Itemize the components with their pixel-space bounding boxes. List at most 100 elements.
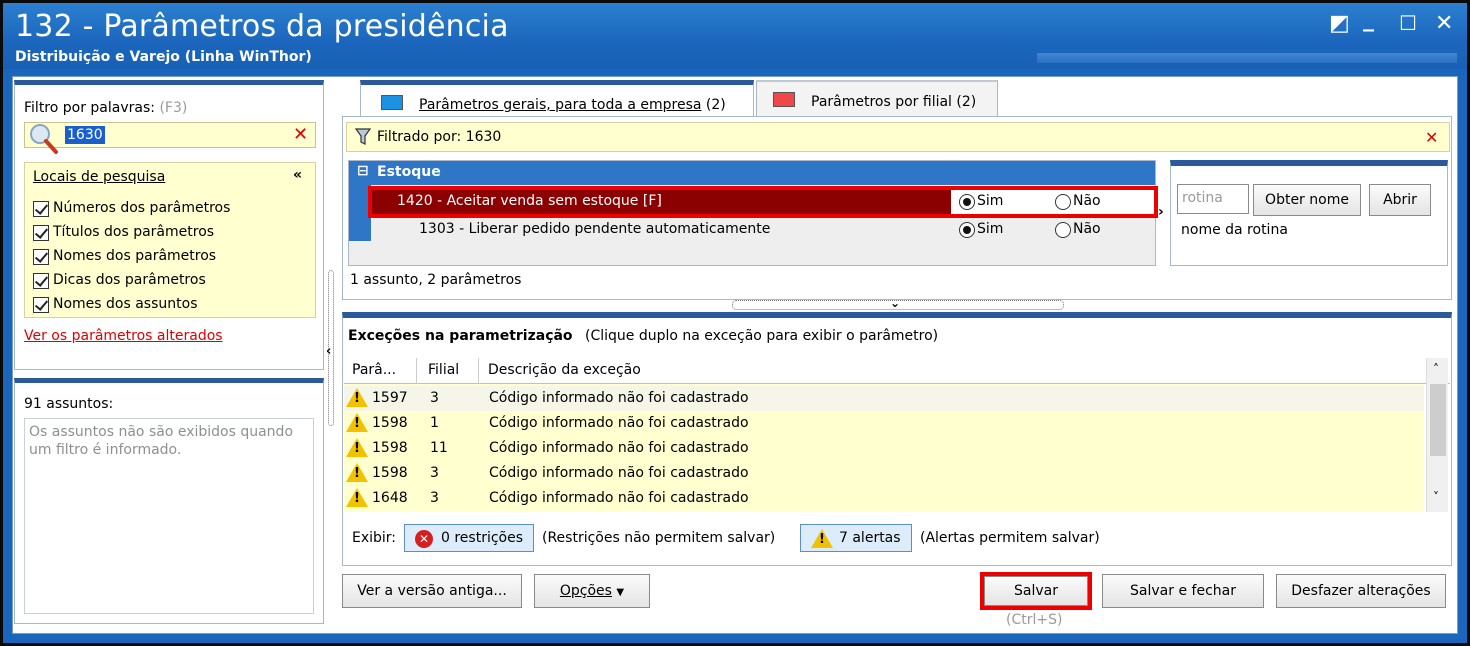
collapse-icon[interactable]: « (293, 167, 302, 183)
parameter-label: 1303 - Liberar pedido pendente automatic… (419, 221, 771, 237)
save-close-button[interactable]: Salvar e fechar (1102, 574, 1264, 608)
scroll-down-icon[interactable]: ˅ (1433, 490, 1439, 504)
clear-search-icon[interactable]: ✕ (293, 126, 308, 144)
table-row[interactable]: ! 1598 11 Código informado não foi cadas… (344, 436, 1424, 461)
folder-icon (773, 92, 795, 107)
alerts-note: (Alertas permitem salvar) (920, 530, 1100, 546)
highlight-save (980, 572, 1092, 610)
cell-desc: Código informado não foi cadastrado (489, 440, 749, 456)
tab-parametros-filial[interactable]: Parâmetros por filial (2) (756, 80, 998, 118)
maximize-icon[interactable]: ☐ (1399, 11, 1417, 35)
checkbox-label: Nomes dos parâmetros (53, 248, 217, 264)
cell-param: 1598 (372, 440, 408, 456)
open-button[interactable]: Abrir (1369, 184, 1431, 216)
exceptions-title: Exceções na parametrização (348, 328, 573, 344)
subjects-count: 91 assuntos: (24, 396, 114, 412)
title-decoration (1037, 53, 1457, 63)
search-locations-title: Locais de pesquisa (33, 169, 166, 185)
checkbox-label: Nomes dos assuntos (53, 296, 198, 312)
close-icon[interactable]: ✕ (1435, 11, 1453, 36)
radio-nao[interactable] (1055, 222, 1071, 238)
filter-shortcut: (F3) (159, 100, 188, 116)
undo-button[interactable]: Desfazer alterações (1276, 574, 1446, 608)
scroll-thumb[interactable] (1430, 384, 1446, 456)
collapse-left-icon[interactable]: ‹ (326, 344, 331, 359)
window-title: 132 - Parâmetros da presidência (15, 9, 509, 44)
rotina-placeholder: rotina (1182, 190, 1223, 206)
table-row[interactable]: ! 1598 1 Código informado não foi cadast… (344, 411, 1424, 436)
old-version-button[interactable]: Ver a versão antiga... (342, 574, 522, 608)
checkbox-nomes[interactable] (33, 249, 49, 265)
warning-mark: ! (354, 466, 360, 481)
col-divider (478, 358, 479, 384)
checkbox-titulos[interactable] (33, 225, 49, 241)
checkbox-label: Dicas dos parâmetros (53, 272, 206, 288)
cell-desc: Código informado não foi cadastrado (489, 415, 749, 431)
checkbox-numeros[interactable] (33, 201, 49, 217)
alerts-toggle[interactable]: ! 7 alertas (800, 524, 912, 552)
tab-label-text: Parâmetros gerais, para toda a empresa (419, 97, 702, 113)
options-label: Opções (559, 583, 612, 599)
dropdown-caret-icon: ▼ (616, 587, 625, 598)
error-icon: ✕ (415, 530, 433, 548)
table-row[interactable]: ! 1598 3 Código informado não foi cadast… (344, 461, 1424, 486)
cell-param: 1648 (372, 490, 408, 506)
table-row[interactable]: ! 1648 3 Código informado não foi cadast… (344, 486, 1424, 511)
checkbox-assuntos[interactable] (33, 297, 49, 313)
options-button[interactable]: Opções ▼ (534, 574, 650, 608)
old-version-label: Ver a versão antiga... (357, 583, 507, 599)
rotina-panel: rotina Obter nome Abrir nome da rotina (1170, 160, 1448, 266)
exceptions-table-body: ! 1597 3 Código informado não foi cadast… (344, 384, 1424, 512)
restrictions-toggle[interactable]: ✕ 0 restrições (404, 524, 534, 552)
warning-mark: ! (354, 391, 360, 406)
clear-filter-icon[interactable]: ✕ (1425, 129, 1438, 147)
collapse-group-icon[interactable]: ⊟ (357, 163, 369, 179)
changed-parameters-link[interactable]: Ver os parâmetros alterados (24, 328, 223, 344)
col-descricao[interactable]: Descrição da exceção (488, 362, 641, 378)
exceptions-scrollbar[interactable]: ˄ ˅ (1426, 358, 1448, 512)
checkbox-dicas[interactable] (33, 273, 49, 289)
col-filial[interactable]: Filial (428, 362, 459, 378)
group-header[interactable]: ⊟ Estoque (349, 161, 1155, 185)
table-row[interactable]: ! 1597 3 Código informado não foi cadast… (344, 386, 1424, 411)
cell-filial: 3 (430, 490, 439, 506)
alerts-count: 7 alertas (839, 530, 901, 546)
radio-sim[interactable] (959, 222, 975, 238)
warning-mark: ! (354, 441, 360, 456)
subjects-info: Os assuntos não são exibidos quando um f… (24, 418, 314, 614)
parameter-row[interactable]: 1303 - Liberar pedido pendente automatic… (371, 217, 1155, 243)
col-param[interactable]: Parâ... (352, 362, 396, 378)
restrictions-note: (Restrições não permitem salvar) (542, 530, 776, 546)
tab-count: (2) (956, 94, 977, 110)
cell-desc: Código informado não foi cadastrado (489, 490, 749, 506)
cell-desc: Código informado não foi cadastrado (489, 390, 749, 406)
cell-filial: 3 (430, 465, 439, 481)
radio-sim-label: Sim (977, 221, 1004, 237)
tab-parametros-gerais[interactable]: Parâmetros gerais, para toda a empresa (… (360, 80, 754, 118)
filter-label: Filtro por palavras: (F3) (24, 100, 187, 116)
minimize-icon[interactable]: _ (1363, 7, 1374, 32)
rotina-input[interactable]: rotina (1177, 184, 1249, 214)
search-locations-box: Locais de pesquisa « Números dos parâmet… (24, 162, 316, 318)
filter-bar: Filtrado por: 1630 ✕ (346, 122, 1450, 152)
highlight-selected-row (368, 186, 1158, 218)
rotina-name-label: nome da rotina (1181, 222, 1288, 238)
tab-count: (2) (705, 97, 726, 113)
funnel-icon (355, 128, 371, 145)
get-name-button[interactable]: Obter nome (1253, 184, 1361, 216)
cell-desc: Código informado não foi cadastrado (489, 465, 749, 481)
restore-icon[interactable]: ◩ (1329, 11, 1350, 36)
expand-right-icon[interactable]: › (1158, 204, 1164, 220)
folder-icon (381, 95, 403, 110)
exceptions-hint: (Clique duplo na exceção para exibir o p… (585, 328, 939, 344)
restrictions-count: 0 restrições (441, 530, 524, 546)
filter-text: Filtrado por: 1630 (377, 129, 502, 145)
save-shortcut: (Ctrl+S) (1006, 612, 1063, 628)
cell-filial: 3 (430, 390, 439, 406)
warning-mark: ! (819, 532, 825, 547)
col-divider (416, 358, 417, 384)
scroll-up-icon[interactable]: ˄ (1433, 362, 1439, 376)
collapse-down-icon[interactable]: ⌄ (890, 296, 900, 310)
search-input[interactable]: 1630 ✕ (24, 122, 316, 154)
window-subtitle: Distribuição e Varejo (Linha WinThor) (15, 49, 312, 65)
